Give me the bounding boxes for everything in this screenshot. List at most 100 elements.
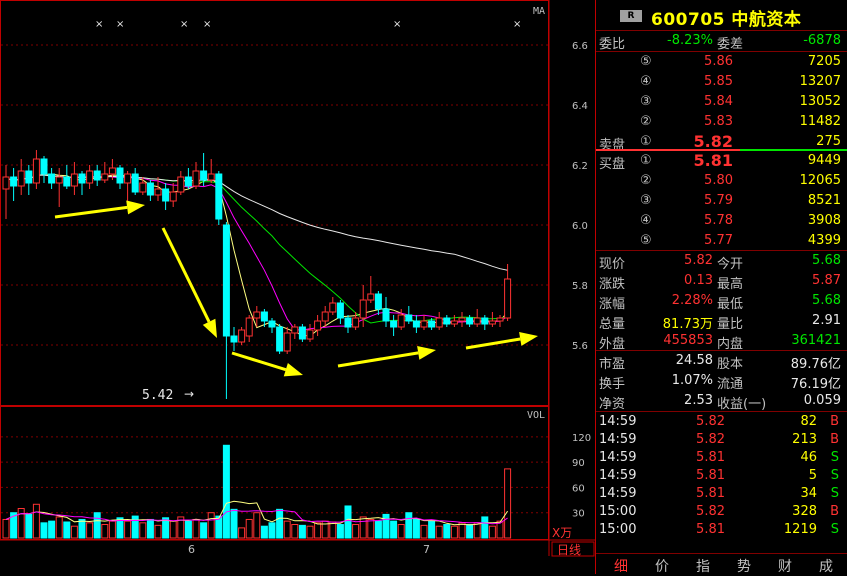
tick-time: 14:59 [599, 432, 637, 447]
bid-volume: 9449 [807, 153, 841, 168]
tab-3[interactable]: 势 [729, 556, 759, 576]
bid-row: ③ 5.79 8521 [596, 191, 847, 211]
annotation-arrow-head [202, 318, 217, 338]
sep [596, 411, 847, 412]
bid-row: ② 5.80 12065 [596, 171, 847, 191]
candle-body [162, 188, 170, 202]
ask-volume: 7205 [807, 54, 841, 69]
stat-value: 0.13 [684, 273, 713, 288]
date-label-7: 7 [423, 543, 430, 556]
tick-price: 5.81 [696, 450, 725, 465]
candle-body [86, 170, 94, 184]
stat-value: 361421 [791, 333, 841, 348]
ask-price: 5.84 [704, 94, 733, 109]
volume-bar [458, 522, 466, 539]
candle-body [146, 182, 154, 196]
stat-label: 涨幅 [599, 297, 626, 312]
tab-1[interactable]: 价 [647, 556, 677, 576]
volume-bar [450, 525, 458, 539]
candle-body [177, 176, 185, 193]
candle-body [291, 326, 299, 334]
volume-bar [420, 524, 428, 539]
candle-body [124, 173, 132, 184]
volume-bar [276, 508, 284, 539]
stock-title: 600705 中航资本 [651, 5, 801, 30]
volume-bar [473, 522, 481, 539]
bid-volume: 8521 [807, 193, 841, 208]
tick-row: 14:59 5.81 46 S [596, 449, 847, 467]
bid-volume: 12065 [799, 173, 841, 188]
tick-volume: 213 [792, 432, 817, 447]
volume-bar [245, 518, 253, 539]
candle-body [215, 173, 223, 220]
stat-row: 涨跌 0.13 最高 5.87 [596, 271, 847, 292]
fund-value: 2.53 [684, 393, 713, 408]
stat-label: 今开 [717, 257, 744, 272]
candle-body [32, 158, 40, 184]
tick-volume: 46 [800, 450, 817, 465]
kline-chart[interactable]: 6.6 6.4 6.2 6.0 5.8 5.6 120 90 60 30 MA VOL X万 日… [0, 0, 596, 574]
stat-value: 5.68 [812, 253, 841, 268]
bid-price: 5.78 [704, 213, 733, 228]
marker-x: × [116, 19, 124, 30]
annotation-arrow-shaft [231, 351, 287, 372]
ma-line [5, 174, 508, 324]
volume-bar [291, 524, 299, 539]
candle-body [344, 317, 352, 328]
vol-unit-label: X万 [552, 526, 572, 540]
volume-bar [405, 512, 413, 539]
stat-value: 5.68 [812, 293, 841, 308]
tick-row: 15:00 5.82 328 B [596, 503, 847, 521]
stat-row: 涨幅 2.28% 最低 5.68 [596, 291, 847, 312]
candle-body [420, 320, 428, 328]
stat-label: 最低 [717, 297, 744, 312]
candle-body [55, 176, 63, 184]
tick-side: S [830, 468, 839, 483]
tab-5[interactable]: 成 [811, 556, 841, 576]
price-tick-label: 6.0 [572, 221, 588, 232]
candle-body [473, 317, 481, 325]
tab-4[interactable]: 财 [770, 556, 800, 576]
price-tick-label: 6.4 [572, 101, 588, 112]
annotation-arrow-head [126, 200, 145, 215]
stat-value: 5.87 [812, 273, 841, 288]
volume-bar [504, 468, 512, 539]
volume-bar [481, 516, 489, 539]
volume-bar [344, 505, 352, 539]
period-button[interactable]: 日线 [557, 543, 581, 557]
price-tick-label: 6.2 [572, 161, 588, 172]
low-marker-arrow: → [184, 387, 194, 401]
volume-bar [443, 524, 451, 539]
candle-body [405, 314, 413, 322]
candle-body [276, 326, 284, 352]
annotation-arrow-head [519, 332, 538, 346]
tab-0[interactable]: 细 [606, 556, 636, 576]
ask-price: 5.86 [704, 54, 733, 69]
ask-level: ④ [640, 74, 652, 89]
candle-body [458, 317, 466, 322]
tick-row: 14:59 5.82 82 B [596, 413, 847, 431]
fund-value: 1.07% [671, 373, 713, 388]
volume-bar [40, 522, 48, 539]
candle-body [25, 170, 33, 184]
tick-price: 5.81 [696, 486, 725, 501]
volume-bar [382, 513, 390, 539]
candle-body [336, 302, 344, 319]
volume-bar [2, 518, 10, 539]
volume-bar [70, 525, 78, 539]
tab-2[interactable]: 指 [688, 556, 718, 576]
volume-bar [146, 518, 154, 539]
volume-bar [154, 524, 162, 539]
annotation-arrow-shaft [161, 227, 211, 323]
price-tick-label: 5.6 [572, 341, 588, 352]
candle-body [253, 311, 261, 319]
candle-body [184, 176, 192, 187]
ask-row: ⑤ 5.86 7205 [596, 52, 847, 72]
volume-bar [466, 524, 474, 539]
fund-row: 净资 2.53 收益(一) 0.059 [596, 391, 847, 412]
volume-bar [108, 520, 116, 539]
date-label-6: 6 [188, 543, 195, 556]
ask-volume: 275 [816, 134, 841, 149]
marker-x: × [180, 19, 188, 30]
bid-price: 5.77 [704, 233, 733, 248]
